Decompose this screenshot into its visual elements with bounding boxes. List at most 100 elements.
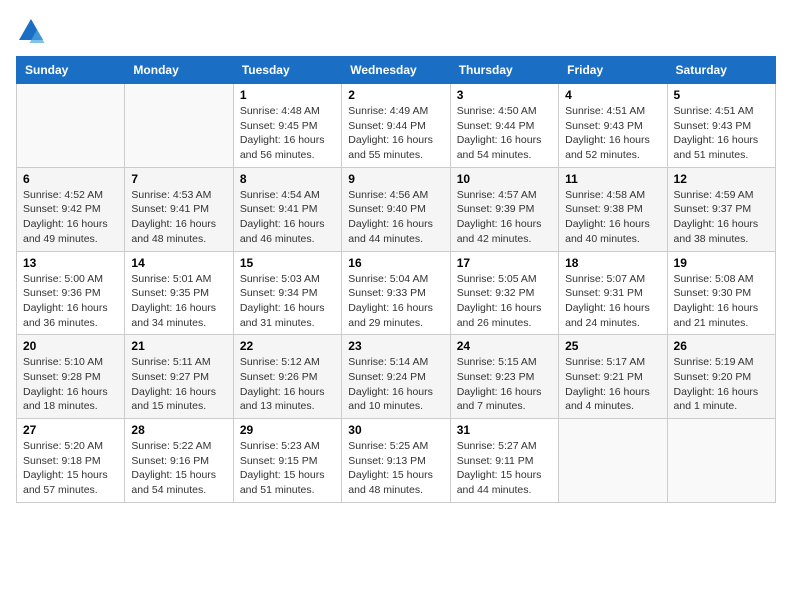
col-header-tuesday: Tuesday xyxy=(233,57,341,84)
day-info: Sunrise: 5:07 AM Sunset: 9:31 PM Dayligh… xyxy=(565,272,660,331)
day-info: Sunrise: 5:08 AM Sunset: 9:30 PM Dayligh… xyxy=(674,272,769,331)
day-number: 2 xyxy=(348,88,443,102)
day-info: Sunrise: 5:11 AM Sunset: 9:27 PM Dayligh… xyxy=(131,355,226,414)
col-header-monday: Monday xyxy=(125,57,233,84)
day-number: 6 xyxy=(23,172,118,186)
day-info: Sunrise: 4:50 AM Sunset: 9:44 PM Dayligh… xyxy=(457,104,552,163)
day-cell: 29Sunrise: 5:23 AM Sunset: 9:15 PM Dayli… xyxy=(233,419,341,503)
day-cell xyxy=(17,84,125,168)
logo-icon xyxy=(16,16,46,46)
day-number: 3 xyxy=(457,88,552,102)
day-number: 9 xyxy=(348,172,443,186)
day-cell xyxy=(125,84,233,168)
day-cell: 9Sunrise: 4:56 AM Sunset: 9:40 PM Daylig… xyxy=(342,167,450,251)
day-cell: 13 Sunrise: 5:00 AM Sunset: 9:36 PM Dayli… xyxy=(17,251,125,335)
day-info: Sunrise: 4:58 AM Sunset: 9:38 PM Dayligh… xyxy=(565,188,660,247)
day-cell: 8 Sunrise: 4:54 AM Sunset: 9:41 PM Daylig… xyxy=(233,167,341,251)
day-info: Sunrise: 4:59 AM Sunset: 9:37 PM Dayligh… xyxy=(674,188,769,247)
day-info: Sunrise: 4:54 AM Sunset: 9:41 PM Dayligh… xyxy=(240,188,335,247)
calendar-header: SundayMondayTuesdayWednesdayThursdayFrid… xyxy=(17,57,776,84)
day-number: 10 xyxy=(457,172,552,186)
day-cell: 3 Sunrise: 4:50 AM Sunset: 9:44 PM Daylig… xyxy=(450,84,558,168)
day-number: 29 xyxy=(240,423,335,437)
day-cell: 20 Sunrise: 5:10 AM Sunset: 9:28 PM Dayli… xyxy=(17,335,125,419)
col-header-saturday: Saturday xyxy=(667,57,775,84)
col-header-friday: Friday xyxy=(559,57,667,84)
day-cell: 16 Sunrise: 5:04 AM Sunset: 9:33 PM Dayli… xyxy=(342,251,450,335)
col-header-thursday: Thursday xyxy=(450,57,558,84)
day-cell: 19 Sunrise: 5:08 AM Sunset: 9:30 PM Dayli… xyxy=(667,251,775,335)
day-cell: 22 Sunrise: 5:12 AM Sunset: 9:26 PM Dayli… xyxy=(233,335,341,419)
week-row-1: 1Sunrise: 4:48 AM Sunset: 9:45 PM Daylig… xyxy=(17,84,776,168)
day-number: 12 xyxy=(674,172,769,186)
day-number: 21 xyxy=(131,339,226,353)
day-cell: 28 Sunrise: 5:22 AM Sunset: 9:16 PM Dayli… xyxy=(125,419,233,503)
day-number: 1 xyxy=(240,88,335,102)
day-info: Sunrise: 4:51 AM Sunset: 9:43 PM Dayligh… xyxy=(565,104,660,163)
day-cell: 25 Sunrise: 5:17 AM Sunset: 9:21 PM Dayli… xyxy=(559,335,667,419)
day-info: Sunrise: 5:25 AM Sunset: 9:13 PM Dayligh… xyxy=(348,439,443,498)
day-number: 14 xyxy=(131,256,226,270)
day-cell: 17 Sunrise: 5:05 AM Sunset: 9:32 PM Dayli… xyxy=(450,251,558,335)
week-row-5: 27Sunrise: 5:20 AM Sunset: 9:18 PM Dayli… xyxy=(17,419,776,503)
day-number: 22 xyxy=(240,339,335,353)
day-info: Sunrise: 5:12 AM Sunset: 9:26 PM Dayligh… xyxy=(240,355,335,414)
day-info: Sunrise: 5:04 AM Sunset: 9:33 PM Dayligh… xyxy=(348,272,443,331)
day-cell: 6 Sunrise: 4:52 AM Sunset: 9:42 PM Daylig… xyxy=(17,167,125,251)
day-number: 15 xyxy=(240,256,335,270)
day-cell xyxy=(559,419,667,503)
day-info: Sunrise: 4:52 AM Sunset: 9:42 PM Dayligh… xyxy=(23,188,118,247)
day-number: 18 xyxy=(565,256,660,270)
day-number: 5 xyxy=(674,88,769,102)
day-number: 28 xyxy=(131,423,226,437)
day-number: 26 xyxy=(674,339,769,353)
day-info: Sunrise: 4:57 AM Sunset: 9:39 PM Dayligh… xyxy=(457,188,552,247)
day-number: 31 xyxy=(457,423,552,437)
week-row-2: 6 Sunrise: 4:52 AM Sunset: 9:42 PM Daylig… xyxy=(17,167,776,251)
day-number: 25 xyxy=(565,339,660,353)
day-cell: 7 Sunrise: 4:53 AM Sunset: 9:41 PM Daylig… xyxy=(125,167,233,251)
day-cell: 14 Sunrise: 5:01 AM Sunset: 9:35 PM Dayli… xyxy=(125,251,233,335)
day-info: Sunrise: 5:17 AM Sunset: 9:21 PM Dayligh… xyxy=(565,355,660,414)
day-info: Sunrise: 5:19 AM Sunset: 9:20 PM Dayligh… xyxy=(674,355,769,414)
day-info: Sunrise: 5:10 AM Sunset: 9:28 PM Dayligh… xyxy=(23,355,118,414)
col-header-wednesday: Wednesday xyxy=(342,57,450,84)
day-cell: 4Sunrise: 4:51 AM Sunset: 9:43 PM Daylig… xyxy=(559,84,667,168)
day-cell: 2 Sunrise: 4:49 AM Sunset: 9:44 PM Daylig… xyxy=(342,84,450,168)
day-number: 19 xyxy=(674,256,769,270)
week-row-4: 20 Sunrise: 5:10 AM Sunset: 9:28 PM Dayli… xyxy=(17,335,776,419)
day-info: Sunrise: 5:15 AM Sunset: 9:23 PM Dayligh… xyxy=(457,355,552,414)
day-info: Sunrise: 4:51 AM Sunset: 9:43 PM Dayligh… xyxy=(674,104,769,163)
day-info: Sunrise: 5:22 AM Sunset: 9:16 PM Dayligh… xyxy=(131,439,226,498)
logo xyxy=(16,16,48,46)
day-number: 23 xyxy=(348,339,443,353)
day-info: Sunrise: 5:27 AM Sunset: 9:11 PM Dayligh… xyxy=(457,439,552,498)
day-number: 20 xyxy=(23,339,118,353)
week-row-3: 13 Sunrise: 5:00 AM Sunset: 9:36 PM Dayli… xyxy=(17,251,776,335)
day-number: 13 xyxy=(23,256,118,270)
day-info: Sunrise: 4:53 AM Sunset: 9:41 PM Dayligh… xyxy=(131,188,226,247)
day-cell: 26 Sunrise: 5:19 AM Sunset: 9:20 PM Dayli… xyxy=(667,335,775,419)
day-info: Sunrise: 5:01 AM Sunset: 9:35 PM Dayligh… xyxy=(131,272,226,331)
day-cell: 18 Sunrise: 5:07 AM Sunset: 9:31 PM Dayli… xyxy=(559,251,667,335)
day-info: Sunrise: 5:00 AM Sunset: 9:36 PM Dayligh… xyxy=(23,272,118,331)
day-cell: 12 Sunrise: 4:59 AM Sunset: 9:37 PM Dayli… xyxy=(667,167,775,251)
day-number: 16 xyxy=(348,256,443,270)
day-cell: 15Sunrise: 5:03 AM Sunset: 9:34 PM Dayli… xyxy=(233,251,341,335)
calendar-table: SundayMondayTuesdayWednesdayThursdayFrid… xyxy=(16,56,776,503)
day-info: Sunrise: 4:49 AM Sunset: 9:44 PM Dayligh… xyxy=(348,104,443,163)
day-cell: 31 Sunrise: 5:27 AM Sunset: 9:11 PM Dayli… xyxy=(450,419,558,503)
day-cell: 10 Sunrise: 4:57 AM Sunset: 9:39 PM Dayli… xyxy=(450,167,558,251)
day-info: Sunrise: 5:05 AM Sunset: 9:32 PM Dayligh… xyxy=(457,272,552,331)
day-number: 27 xyxy=(23,423,118,437)
day-cell: 23 Sunrise: 5:14 AM Sunset: 9:24 PM Dayli… xyxy=(342,335,450,419)
day-info: Sunrise: 5:14 AM Sunset: 9:24 PM Dayligh… xyxy=(348,355,443,414)
day-cell: 27Sunrise: 5:20 AM Sunset: 9:18 PM Dayli… xyxy=(17,419,125,503)
day-number: 17 xyxy=(457,256,552,270)
day-number: 11 xyxy=(565,172,660,186)
day-cell: 21 Sunrise: 5:11 AM Sunset: 9:27 PM Dayli… xyxy=(125,335,233,419)
day-cell: 5 Sunrise: 4:51 AM Sunset: 9:43 PM Daylig… xyxy=(667,84,775,168)
day-number: 8 xyxy=(240,172,335,186)
day-number: 7 xyxy=(131,172,226,186)
day-cell xyxy=(667,419,775,503)
